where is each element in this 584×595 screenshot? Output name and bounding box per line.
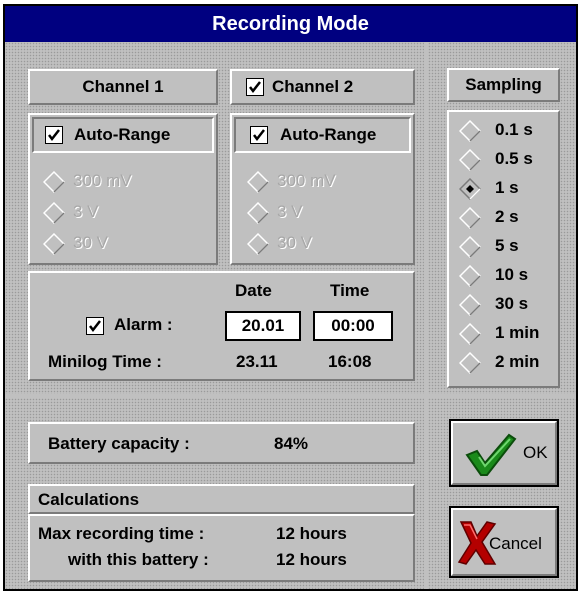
channel2-range-300mv: 300 mV [277, 171, 336, 190]
calculations-header: Calculations [28, 484, 415, 514]
minilog-date-value: 23.11 [236, 352, 278, 371]
sampling-option-2min[interactable]: 2 min [449, 348, 558, 376]
date-header: Date [235, 281, 272, 300]
sampling-option-0-1s[interactable]: 0.1 s [449, 116, 558, 144]
alarm-label: Alarm : [114, 315, 173, 334]
channel1-range-300mv: 300 mV [73, 171, 132, 190]
alarm-panel: Date Time Alarm : 20.01 00:00 Minilog Ti… [28, 271, 415, 381]
channel2-range-30v: 30 V [277, 233, 312, 252]
minilog-time-value: 16:08 [328, 352, 372, 371]
recording-mode-dialog: Recording Mode Channel 1 Channel 2 Auto-… [3, 4, 578, 591]
ok-button[interactable]: OK [449, 419, 559, 487]
alarm-checkbox[interactable] [86, 317, 104, 335]
sampling-option-label: 0.5 s [495, 149, 533, 168]
channel2-header[interactable]: Channel 2 [230, 69, 415, 105]
sampling-option-1s[interactable]: 1 s [449, 174, 558, 202]
sampling-panel: 0.1 s 0.5 s 1 s 2 s 5 s 10 s 30 s 1 min [447, 110, 560, 388]
check-icon [253, 129, 265, 142]
sampling-option-10s[interactable]: 10 s [449, 261, 558, 289]
channel2-autorange[interactable]: Auto-Range [234, 117, 411, 153]
sampling-option-label: 2 s [495, 207, 519, 226]
sampling-title: Sampling [465, 75, 542, 94]
sampling-option-label: 10 s [495, 265, 529, 284]
channel1-range-3v: 3 V [73, 202, 99, 221]
diamond-radio-icon [43, 202, 65, 224]
channel1-autorange-label: Auto-Range [74, 125, 171, 144]
checkmark-icon [465, 433, 517, 476]
sampling-option-label: 2 min [495, 352, 540, 371]
alarm-time-input[interactable]: 00:00 [313, 311, 393, 341]
channel2-autorange-checkbox[interactable] [250, 126, 268, 144]
check-icon [48, 129, 60, 142]
channel2-range-3v: 3 V [277, 202, 303, 221]
sampling-header: Sampling [447, 68, 560, 102]
channel2-label: Channel 2 [272, 77, 354, 96]
battery-panel: Battery capacity : 84% [28, 422, 415, 464]
sampling-option-label: 30 s [495, 294, 529, 313]
diamond-radio-icon [43, 233, 65, 255]
cancel-button[interactable]: Cancel [449, 506, 559, 578]
minilog-time-label: Minilog Time : [48, 352, 162, 371]
sampling-option-label: 1 min [495, 323, 540, 342]
channel1-autorange-checkbox[interactable] [45, 126, 63, 144]
diamond-radio-icon [43, 171, 65, 193]
channel2-autorange-label: Auto-Range [280, 125, 377, 144]
with-battery-label: with this battery : [68, 550, 209, 569]
diamond-radio-icon [459, 207, 481, 229]
diamond-radio-icon [459, 149, 481, 171]
sampling-option-30s[interactable]: 30 s [449, 290, 558, 318]
diamond-radio-icon [459, 323, 481, 345]
calculations-title: Calculations [38, 490, 140, 509]
diamond-radio-icon [247, 171, 269, 193]
channel1-range-30v: 30 V [73, 233, 108, 252]
sampling-option-label: 5 s [495, 236, 519, 255]
battery-capacity-label: Battery capacity : [48, 434, 190, 453]
channel1-panel: Auto-Range 300 mV 3 V 30 V [28, 113, 218, 265]
diamond-radio-icon [459, 120, 481, 142]
channel1-label: Channel 1 [82, 77, 164, 96]
channel1-header: Channel 1 [28, 69, 218, 105]
sampling-option-label: 0.1 s [495, 120, 533, 139]
cancel-label: Cancel [489, 534, 542, 553]
sampling-option-1min[interactable]: 1 min [449, 319, 558, 347]
alarm-date-input[interactable]: 20.01 [225, 311, 301, 341]
diamond-radio-icon [459, 294, 481, 316]
with-battery-value: 12 hours [276, 550, 347, 569]
channel2-checkbox[interactable] [246, 78, 264, 96]
sampling-option-label: 1 s [495, 178, 519, 197]
diamond-radio-icon [459, 236, 481, 258]
diamond-radio-selected-icon [459, 178, 481, 200]
max-recording-label: Max recording time : [38, 524, 205, 543]
check-icon [249, 81, 261, 94]
title-bar: Recording Mode [5, 6, 576, 42]
ok-label: OK [523, 443, 548, 462]
battery-capacity-value: 84% [274, 434, 309, 453]
channel1-autorange[interactable]: Auto-Range [32, 117, 214, 153]
sampling-option-2s[interactable]: 2 s [449, 203, 558, 231]
check-icon [89, 320, 101, 333]
diamond-radio-icon [459, 265, 481, 287]
calculations-panel: Max recording time : 12 hours with this … [28, 514, 415, 582]
diamond-radio-icon [247, 233, 269, 255]
sampling-option-0-5s[interactable]: 0.5 s [449, 145, 558, 173]
max-recording-value: 12 hours [276, 524, 347, 543]
diamond-radio-icon [459, 352, 481, 374]
time-header: Time [330, 281, 370, 300]
channel2-panel: Auto-Range 300 mV 3 V 30 V [230, 113, 415, 265]
sampling-option-5s[interactable]: 5 s [449, 232, 558, 260]
diamond-radio-icon [247, 202, 269, 224]
